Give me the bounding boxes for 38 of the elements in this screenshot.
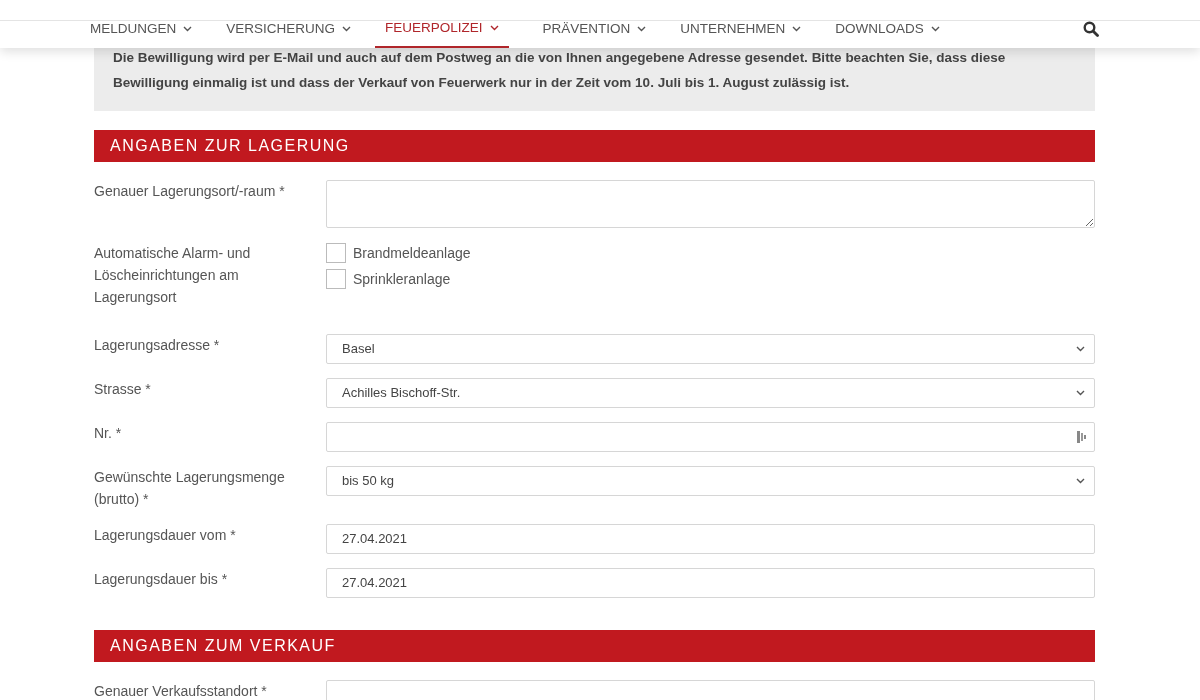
checkbox[interactable] (326, 269, 346, 289)
text-field[interactable] (326, 422, 1095, 452)
chevron-down-icon (489, 25, 499, 31)
field-label: Gewünschte Lagerungsmenge (brutto) * (94, 468, 286, 509)
field-label: Nr. * (94, 424, 123, 443)
date-field[interactable]: 27.04.2021 (326, 524, 1095, 554)
date-field[interactable]: 27.04.2021 (326, 568, 1095, 598)
select-field[interactable]: Basel (326, 334, 1095, 364)
search-icon[interactable] (1083, 21, 1099, 37)
field-label: Lagerungsdauer vom * (94, 526, 237, 545)
notice-text: Die Bewilligung wird per E-Mail und auch auf dem Postweg an die von Ihnen angegebene Adresse gesendet. Bitte beachten Sie, dass diese Bewilligung einmalig ist und dass der Verkauf von Feuerwerk nur in der Zeit vom 10. Juli bis 1. August zulässig ist. (113, 49, 1007, 92)
section-title: ANGABEN ZUM VERKAUF (110, 636, 336, 656)
field-label: Strasse * (94, 380, 152, 399)
chevron-down-icon (1076, 346, 1085, 352)
section-title: ANGABEN ZUR LAGERUNG (110, 136, 350, 156)
nav-link[interactable]: DOWNLOADS (835, 10, 940, 48)
nav-link[interactable]: VERSICHERUNG (226, 10, 352, 48)
chevron-down-icon (930, 26, 940, 32)
chevron-down-icon (637, 26, 647, 32)
select-field[interactable]: bis 50 kg (326, 466, 1095, 496)
checkbox-label: Sprinkleranlage (353, 270, 451, 289)
select-field[interactable]: Achilles Bischoff-Str. (326, 378, 1095, 408)
chevron-down-icon (792, 26, 802, 32)
chevron-down-icon (1076, 390, 1085, 396)
checkbox-label: Brandmeldeanlage (353, 244, 471, 263)
nav-link[interactable]: MELDUNGEN (90, 10, 193, 48)
chevron-down-icon (183, 26, 193, 32)
field-label: Automatische Alarm- und Löscheinrichtungen am Lagerungsort (94, 244, 252, 307)
field-label: Genauer Verkaufsstandort * (94, 682, 268, 700)
textarea-field[interactable] (326, 180, 1095, 228)
nav-link[interactable]: UNTERNEHMEN (680, 10, 802, 48)
chevron-down-icon (1076, 478, 1085, 484)
field-label: Lagerungsadresse * (94, 336, 221, 355)
nav-link[interactable]: PRÄVENTION (542, 10, 647, 48)
field-label: Lagerungsdauer bis * (94, 570, 229, 589)
field-label: Genauer Lagerungsort/-raum * (94, 182, 286, 201)
checkbox[interactable] (326, 243, 346, 263)
chevron-down-icon (342, 26, 352, 32)
